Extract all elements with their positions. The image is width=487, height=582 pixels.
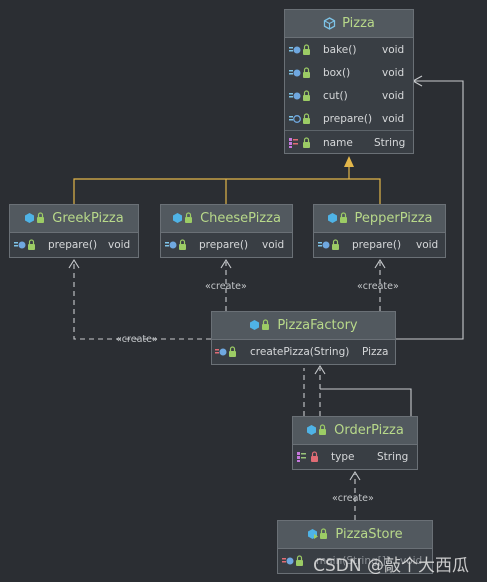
class-header: Pizza <box>285 10 413 38</box>
method-icon <box>289 89 310 101</box>
create-label-cheese: «create» <box>205 281 247 292</box>
method-type: void <box>416 238 439 251</box>
field-type: String <box>377 450 409 463</box>
class-title: PizzaFactory <box>277 318 358 333</box>
method-icon <box>14 238 35 250</box>
class-pizza-factory[interactable]: PizzaFactory createPizza(String) Pizza <box>211 311 396 365</box>
method-row: createPizza(String) Pizza <box>212 340 395 363</box>
create-label-greek: «create» <box>116 334 158 345</box>
class-header: OrderPizza <box>293 417 417 445</box>
create-label-store: «create» <box>332 493 374 504</box>
class-pizza[interactable]: Pizza bake() void box() void cut() void <box>284 9 414 154</box>
method-row: bake() void <box>285 38 413 61</box>
method-row: prepare() void <box>285 107 413 130</box>
static-method-icon <box>282 554 303 566</box>
method-name: createPizza(String) <box>250 345 350 358</box>
method-type: void <box>262 238 285 251</box>
class-title: PizzaStore <box>335 527 403 542</box>
method-icon <box>165 238 186 250</box>
method-row: box() void <box>285 61 413 84</box>
class-title: PepperPizza <box>354 211 433 226</box>
method-type: void <box>382 112 405 125</box>
field-icon <box>297 450 318 462</box>
field-row: name String <box>285 130 413 154</box>
class-pepper-pizza[interactable]: PepperPizza prepare() void <box>313 204 446 258</box>
method-icon <box>215 345 236 357</box>
factory-to-greek-line <box>73 262 211 340</box>
store-to-order-arrow <box>349 470 361 481</box>
method-icon <box>289 66 310 78</box>
field-name: type <box>331 450 355 463</box>
class-title: Pizza <box>342 16 375 31</box>
watermark: CSDN @敲个大西瓜 <box>313 556 469 576</box>
class-icon <box>307 424 327 435</box>
inherit-triangle <box>344 156 354 167</box>
class-header: GreekPizza <box>10 205 138 233</box>
greek-inherit-line <box>73 178 381 204</box>
class-title: GreekPizza <box>52 211 124 226</box>
method-row: prepare() void <box>161 233 292 256</box>
class-title: CheesePizza <box>200 211 281 226</box>
interface-icon <box>323 17 336 30</box>
method-name: cut() <box>323 89 348 102</box>
class-header: CheesePizza <box>161 205 292 233</box>
inheritance-edges <box>73 156 381 204</box>
class-icon <box>250 319 270 330</box>
method-name: prepare() <box>48 238 98 251</box>
class-cheese-pizza[interactable]: CheesePizza prepare() void <box>160 204 293 258</box>
method-name: prepare() <box>199 238 249 251</box>
field-type: String <box>374 136 406 149</box>
field-row: type String <box>293 445 417 468</box>
class-icon <box>173 212 193 223</box>
method-row: cut() void <box>285 84 413 107</box>
method-name: bake() <box>323 43 357 56</box>
class-header: PepperPizza <box>314 205 445 233</box>
method-name: prepare() <box>352 238 402 251</box>
method-type: void <box>382 43 405 56</box>
field-icon <box>289 136 310 148</box>
method-type: void <box>108 238 131 251</box>
method-row: prepare() void <box>10 233 138 256</box>
class-greek-pizza[interactable]: GreekPizza prepare() void <box>9 204 139 258</box>
class-icon <box>327 212 347 223</box>
class-icon <box>25 212 45 223</box>
class-run-icon <box>308 528 328 539</box>
class-header: PizzaFactory <box>212 312 395 340</box>
method-type: void <box>382 66 405 79</box>
abstract-method-icon <box>289 112 310 124</box>
method-name: prepare() <box>323 112 373 125</box>
field-name: name <box>323 136 353 149</box>
class-order-pizza[interactable]: OrderPizza type String <box>292 416 418 470</box>
method-row: prepare() void <box>314 233 445 256</box>
method-icon <box>318 238 339 250</box>
method-type: void <box>382 89 405 102</box>
method-icon <box>289 43 310 55</box>
class-header: PizzaStore <box>278 521 432 549</box>
class-title: OrderPizza <box>334 423 404 438</box>
create-label-pepper: «create» <box>357 281 399 292</box>
method-type: Pizza <box>362 345 389 358</box>
method-name: box() <box>323 66 351 79</box>
